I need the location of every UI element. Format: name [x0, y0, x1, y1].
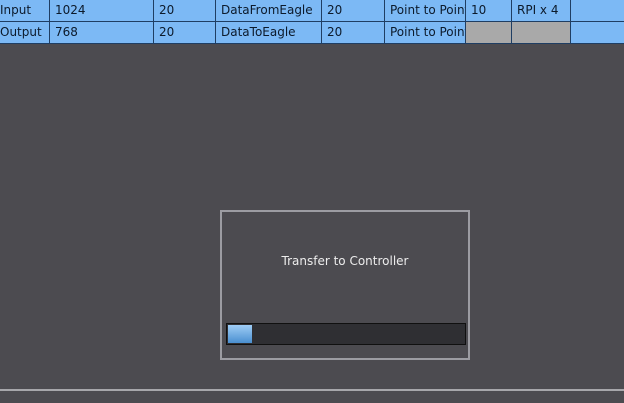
- table-cell[interactable]: 10: [465, 0, 511, 21]
- table-cell[interactable]: DataToEagle: [215, 22, 321, 43]
- transfer-dialog: Transfer to Controller: [220, 210, 470, 360]
- table-row-input[interactable]: Input 1024 20 DataFromEagle 20 Point to …: [0, 0, 624, 22]
- table-cell[interactable]: [570, 22, 624, 43]
- table-cell[interactable]: DataFromEagle: [215, 0, 321, 21]
- table-cell[interactable]: 20: [153, 22, 215, 43]
- table-cell[interactable]: Input: [0, 0, 49, 21]
- table-cell[interactable]: Output: [0, 22, 49, 43]
- table-cell-disabled: [465, 22, 511, 43]
- table-cell[interactable]: 768: [49, 22, 153, 43]
- table-cell-disabled: [511, 22, 570, 43]
- table-row-output[interactable]: Output 768 20 DataToEagle 20 Point to Po…: [0, 22, 624, 44]
- table-cell[interactable]: Point to Point c: [384, 22, 465, 43]
- table-cell[interactable]: [570, 0, 624, 21]
- bottom-panel-divider[interactable]: [0, 389, 624, 391]
- transfer-dialog-title: Transfer to Controller: [281, 254, 409, 268]
- table-cell[interactable]: 20: [153, 0, 215, 21]
- transfer-progress-fill: [228, 325, 252, 343]
- transfer-progress-bar: [226, 323, 466, 345]
- table-cell[interactable]: 20: [321, 0, 384, 21]
- table-cell[interactable]: 1024: [49, 0, 153, 21]
- table-cell[interactable]: 20: [321, 22, 384, 43]
- connection-table: Input 1024 20 DataFromEagle 20 Point to …: [0, 0, 624, 44]
- table-cell[interactable]: Point to Point c: [384, 0, 465, 21]
- table-cell[interactable]: RPI x 4: [511, 0, 570, 21]
